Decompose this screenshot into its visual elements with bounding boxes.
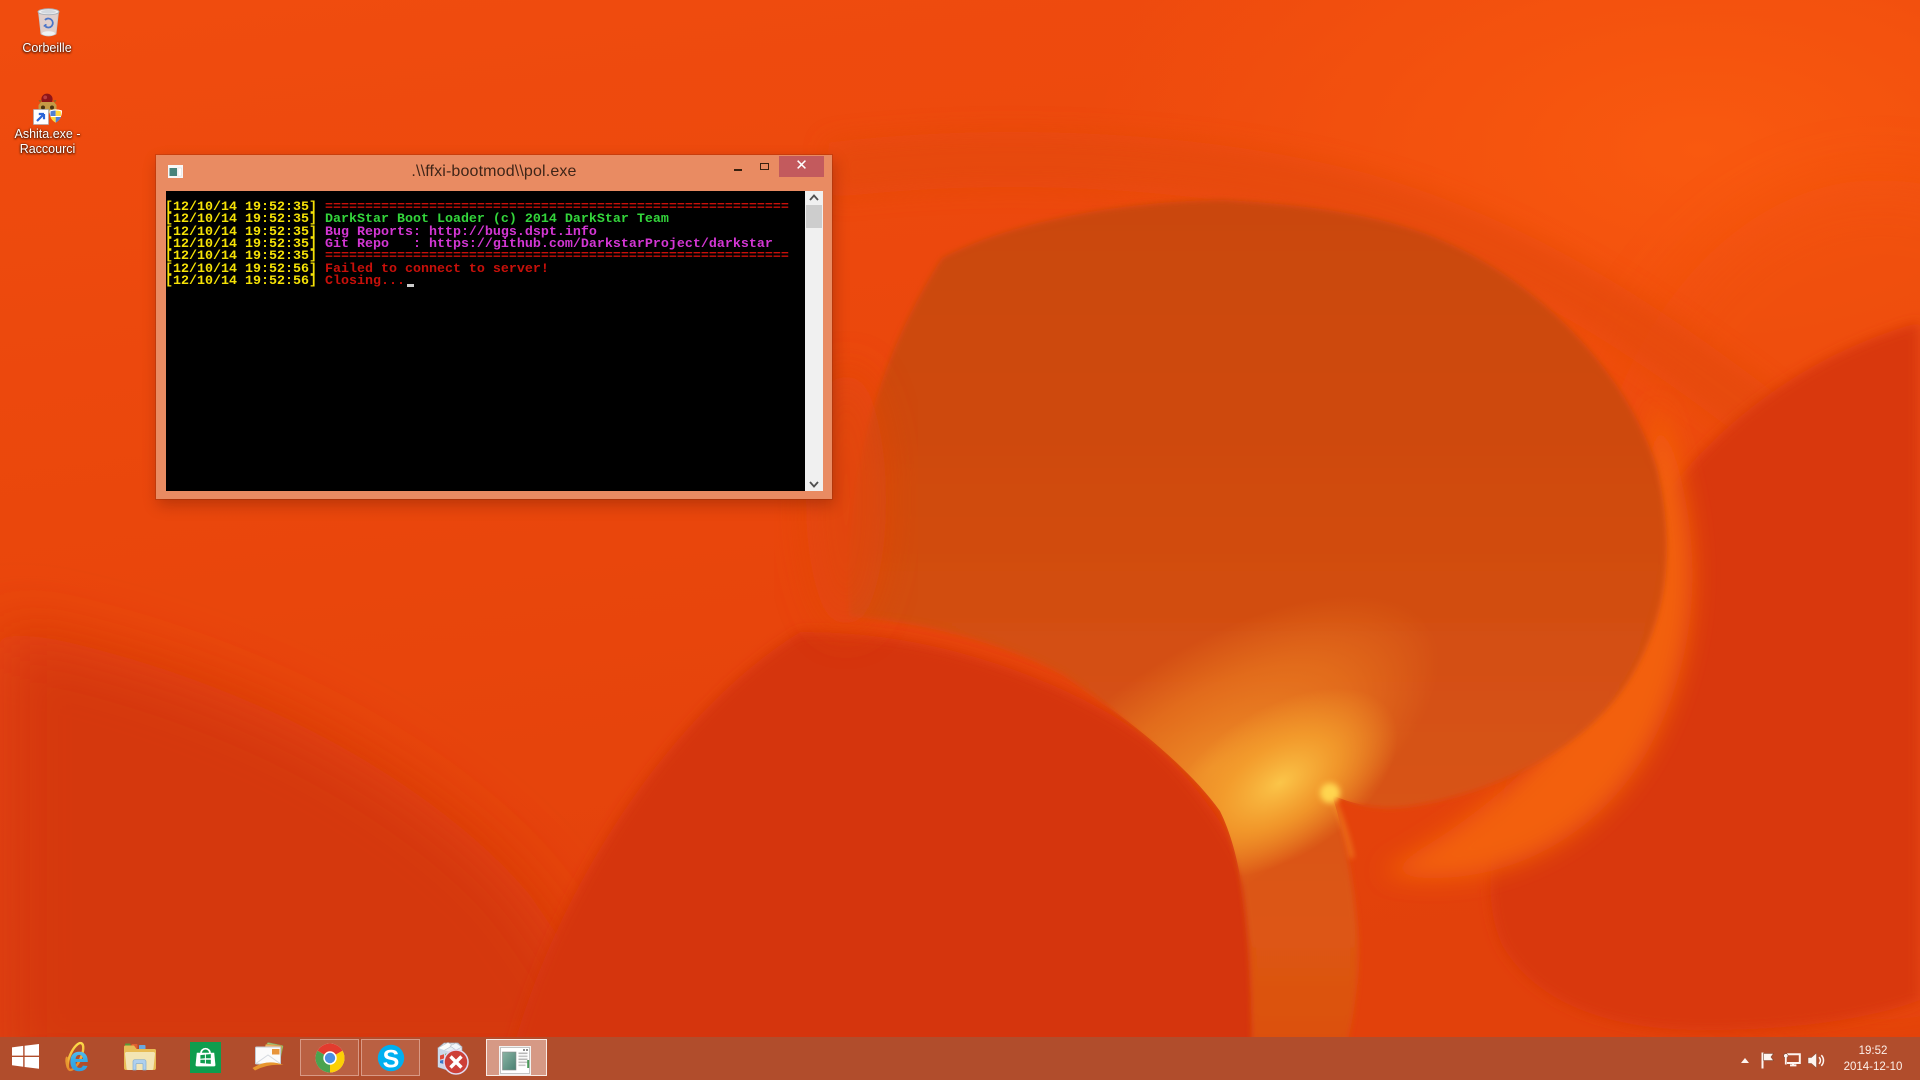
svg-text:e: e <box>69 1040 89 1076</box>
svg-text:S: S <box>383 1046 400 1074</box>
